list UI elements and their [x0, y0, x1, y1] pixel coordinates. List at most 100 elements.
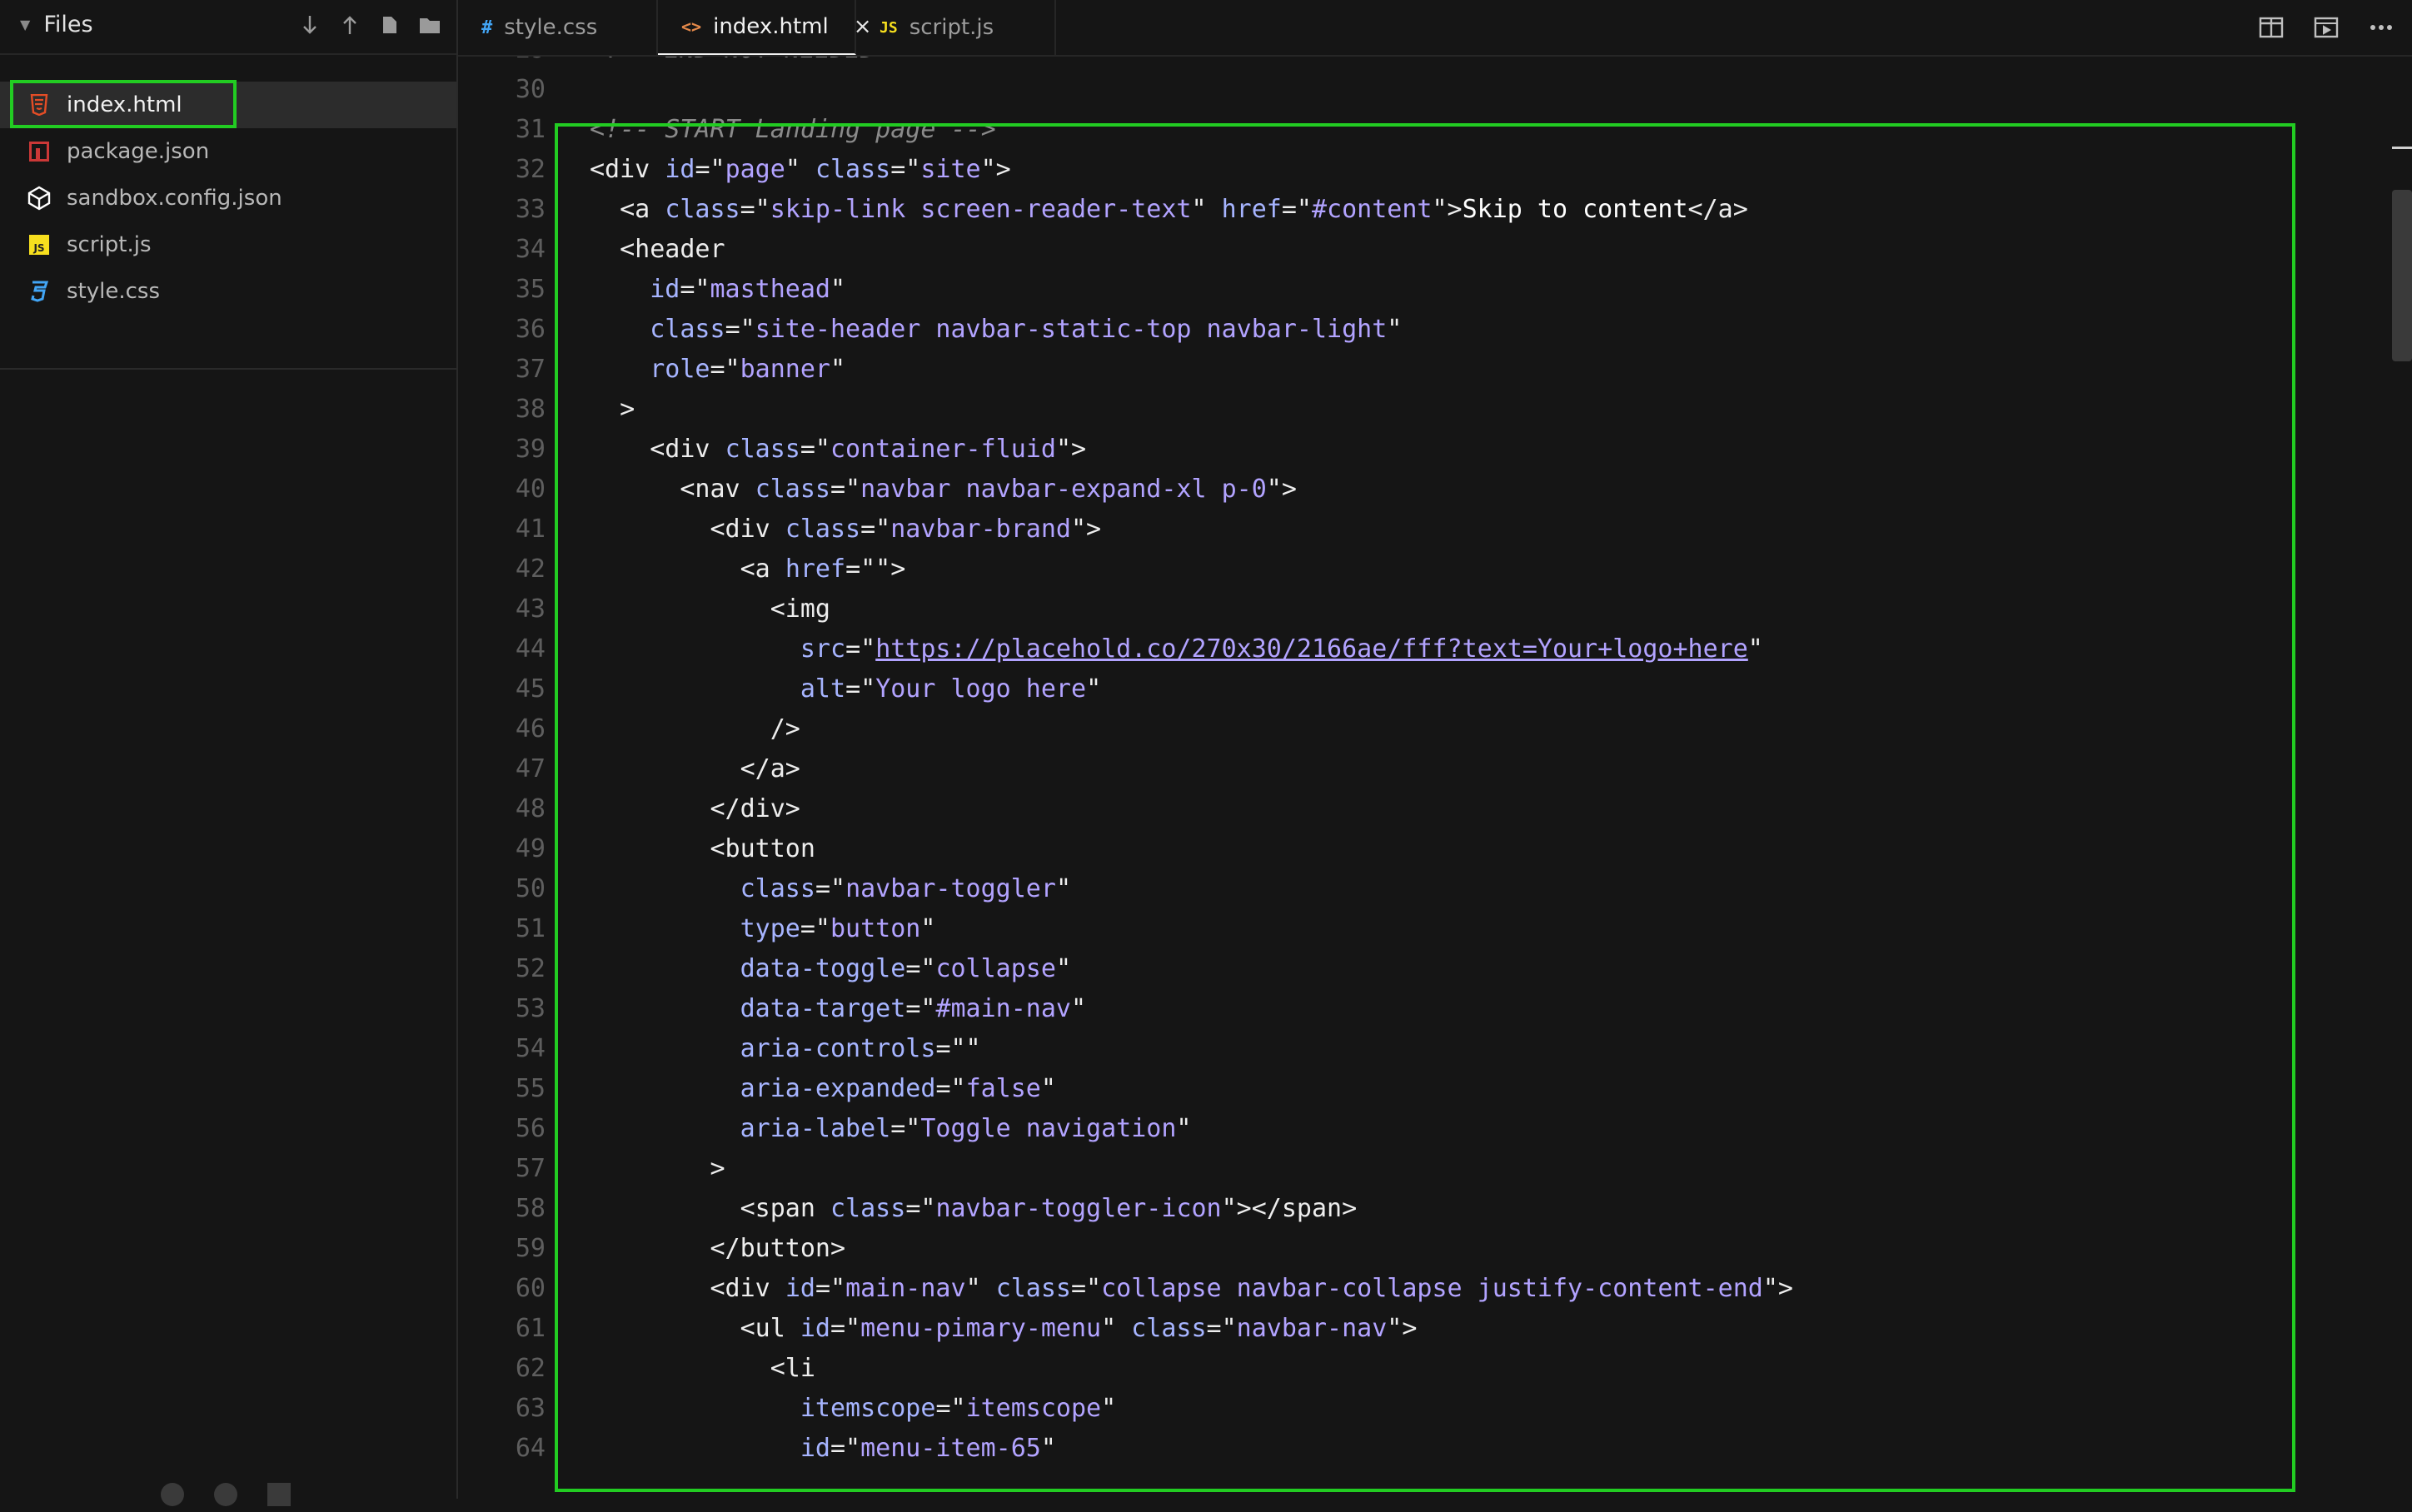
codesandbox-icon — [27, 186, 52, 211]
line-content: alt="Your logo here" — [800, 674, 1102, 704]
editor-actions — [2257, 13, 2395, 42]
code-line[interactable]: 34 <header — [458, 230, 2412, 270]
code-line[interactable]: 47 </a> — [458, 749, 2412, 789]
line-content: type="button" — [740, 914, 936, 943]
line-number: 56 — [515, 1114, 546, 1143]
line-number: 49 — [515, 834, 546, 863]
discord-icon[interactable] — [265, 1480, 293, 1509]
code-line[interactable]: 64 id="menu-item-65" — [458, 1429, 2412, 1469]
split-editor-icon[interactable] — [2257, 13, 2285, 42]
tab-style-css[interactable]: # style.css — [458, 0, 658, 55]
new-folder-icon[interactable] — [418, 12, 441, 38]
line-content: <!-- START Landing page --> — [590, 115, 996, 144]
line-number: 48 — [515, 794, 546, 823]
line-number: 35 — [515, 275, 546, 304]
code-line[interactable]: 45 alt="Your logo here" — [458, 669, 2412, 709]
github-icon[interactable] — [212, 1480, 240, 1509]
line-number: 60 — [515, 1274, 546, 1303]
code-line[interactable]: 40 <nav class="navbar navbar-expand-xl p… — [458, 470, 2412, 510]
code-line[interactable]: 57 > — [458, 1149, 2412, 1189]
line-number: 61 — [515, 1314, 546, 1343]
code-line[interactable]: 29 <!-- END NOT NEEDED --> — [458, 57, 2412, 70]
code-line[interactable]: 63 itemscope="itemscope" — [458, 1389, 2412, 1429]
line-content: <div class="container-fluid"> — [650, 435, 1087, 464]
code-line[interactable]: 30 — [458, 70, 2412, 110]
code-line[interactable]: 50 class="navbar-toggler" — [458, 869, 2412, 909]
line-number: 62 — [515, 1354, 546, 1383]
tab-index-html[interactable]: <> index.html × — [658, 0, 872, 55]
line-number: 63 — [515, 1394, 546, 1423]
preview-icon[interactable] — [2312, 13, 2340, 42]
code-line[interactable]: 56 aria-label="Toggle navigation" — [458, 1109, 2412, 1149]
line-content: class="navbar-toggler" — [740, 874, 1071, 903]
code-line[interactable]: 33 <a class="skip-link screen-reader-tex… — [458, 190, 2412, 230]
file-item-sandbox-config-json[interactable]: sandbox.config.json — [0, 175, 456, 221]
files-toggle[interactable]: ▼ Files — [20, 12, 93, 37]
download-icon[interactable] — [298, 12, 321, 38]
new-file-icon[interactable] — [378, 12, 401, 38]
code-line[interactable]: 42 <a href=""> — [458, 550, 2412, 589]
code-line[interactable]: 59 </button> — [458, 1229, 2412, 1269]
code-line[interactable]: 37 role="banner" — [458, 350, 2412, 390]
line-number: 34 — [515, 235, 546, 264]
more-options-icon[interactable] — [2367, 13, 2395, 42]
line-number: 33 — [515, 195, 546, 224]
code-line[interactable]: 31 <!-- START Landing page --> — [458, 110, 2412, 150]
line-content: id="menu-item-65" — [800, 1434, 1056, 1463]
file-item-package-json[interactable]: package.json — [0, 128, 456, 175]
html-brackets-icon: <> — [681, 17, 702, 37]
editor-scrollbar[interactable] — [2392, 190, 2412, 361]
line-content: role="banner" — [650, 355, 846, 384]
line-number: 38 — [515, 395, 546, 424]
code-line[interactable]: 41 <div class="navbar-brand"> — [458, 510, 2412, 550]
code-line[interactable]: 53 data-target="#main-nav" — [458, 989, 2412, 1029]
code-editor[interactable]: 29 <!-- END NOT NEEDED --> 30 31 <!-- START … — [458, 57, 2412, 1499]
line-number: 31 — [515, 115, 546, 144]
npm-icon — [27, 139, 52, 164]
line-number: 40 — [515, 475, 546, 504]
code-line[interactable]: 43 <img — [458, 589, 2412, 629]
upload-icon[interactable] — [338, 12, 361, 38]
code-line[interactable]: 62 <li — [458, 1349, 2412, 1389]
tab-label: style.css — [504, 15, 598, 40]
line-number: 39 — [515, 435, 546, 464]
code-line[interactable]: 39 <div class="container-fluid"> — [458, 430, 2412, 470]
line-number: 64 — [515, 1434, 546, 1463]
code-line[interactable]: 36 class="site-header navbar-static-top … — [458, 310, 2412, 350]
line-content: </div> — [710, 794, 800, 823]
file-item-style-css[interactable]: style.css — [0, 268, 456, 315]
code-line[interactable]: 35 id="masthead" — [458, 270, 2412, 310]
code-line[interactable]: 38 > — [458, 390, 2412, 430]
line-content: <span class="navbar-toggler-icon"></span… — [740, 1194, 1358, 1223]
code-line[interactable]: 54 aria-controls="" — [458, 1029, 2412, 1069]
line-number: 41 — [515, 515, 546, 544]
code-line[interactable]: 44 src="https://placehold.co/270x30/2166… — [458, 629, 2412, 669]
code-line[interactable]: 61 <ul id="menu-pimary-menu" class="navb… — [458, 1309, 2412, 1349]
code-line[interactable]: 55 aria-expanded="false" — [458, 1069, 2412, 1109]
line-number: 30 — [515, 75, 546, 104]
css-hash-icon: # — [481, 17, 493, 38]
file-name: script.js — [67, 232, 152, 257]
code-line[interactable]: 48 </div> — [458, 789, 2412, 829]
line-content: <nav class="navbar navbar-expand-xl p-0"… — [680, 475, 1297, 504]
code-line[interactable]: 49 <button — [458, 829, 2412, 869]
sidebar-footer-icons — [158, 1480, 293, 1509]
twitter-icon[interactable] — [158, 1480, 187, 1509]
code-line[interactable]: 32 <div id="page" class="site"> — [458, 150, 2412, 190]
code-line[interactable]: 51 type="button" — [458, 909, 2412, 949]
line-number: 47 — [515, 754, 546, 783]
line-number: 29 — [458, 57, 546, 70]
code-line[interactable]: 52 data-toggle="collapse" — [458, 949, 2412, 989]
code-line[interactable]: 60 <div id="main-nav" class="collapse na… — [458, 1269, 2412, 1309]
line-number: 55 — [515, 1074, 546, 1103]
line-content: aria-controls="" — [740, 1034, 981, 1063]
code-line[interactable]: 58 <span class="navbar-toggler-icon"></s… — [458, 1189, 2412, 1229]
line-number: 32 — [515, 155, 546, 184]
line-content: aria-label="Toggle navigation" — [740, 1114, 1192, 1143]
code-line[interactable]: 46 /> — [458, 709, 2412, 749]
file-item-script-js[interactable]: JS script.js — [0, 221, 456, 268]
line-content: <div id="main-nav" class="collapse navba… — [710, 1274, 1793, 1303]
line-content: </button> — [710, 1234, 846, 1263]
tab-script-js[interactable]: JS script.js — [856, 0, 1056, 55]
line-content: > — [620, 395, 635, 424]
